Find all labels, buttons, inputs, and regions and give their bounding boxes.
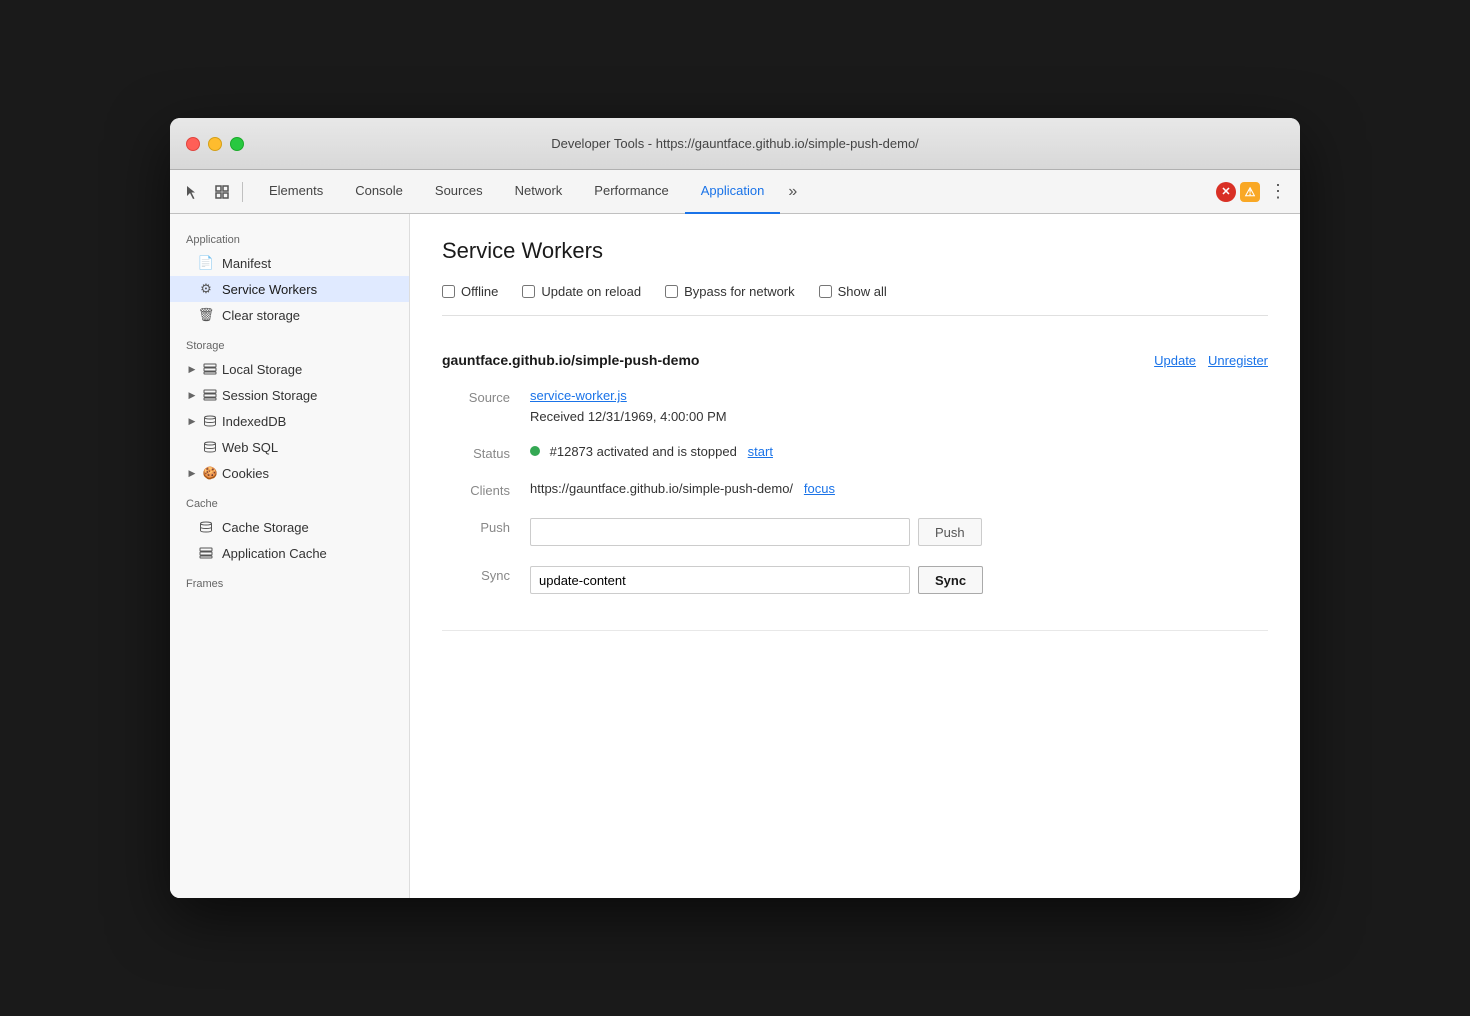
clients-row: Clients https://gauntface.github.io/simp… (442, 481, 1268, 498)
sidebar-item-cookies[interactable]: ▶ 🍪 Cookies (170, 460, 409, 486)
local-storage-icon (202, 361, 218, 377)
focus-link[interactable]: focus (804, 481, 835, 496)
toolbar: Elements Console Sources Network Perform… (170, 170, 1300, 214)
sidebar-item-indexeddb[interactable]: ▶ IndexedDB (170, 408, 409, 434)
status-text: #12873 activated and is stopped (550, 444, 737, 459)
sidebar-item-session-storage[interactable]: ▶ Session Storage (170, 382, 409, 408)
traffic-lights (186, 137, 244, 151)
more-options-button[interactable]: ⋮ (1264, 178, 1292, 206)
cookies-icon: 🍪 (202, 465, 218, 481)
expand-arrow-indexeddb: ▶ (186, 415, 198, 427)
status-row: Status #12873 activated and is stopped s… (442, 444, 1268, 461)
push-row: Push Push (442, 518, 1268, 546)
sidebar-item-service-workers[interactable]: ⚙ Service Workers (170, 276, 409, 302)
source-row: Source service-worker.js Received 12/31/… (442, 388, 1268, 424)
update-link[interactable]: Update (1154, 353, 1196, 368)
source-label: Source (442, 388, 522, 405)
status-label: Status (442, 444, 522, 461)
clients-value: https://gauntface.github.io/simple-push-… (530, 481, 1268, 496)
minimize-button[interactable] (208, 137, 222, 151)
devtools-window: Developer Tools - https://gauntface.gith… (170, 118, 1300, 898)
tab-navigation: Elements Console Sources Network Perform… (253, 170, 1214, 214)
offline-checkbox-label[interactable]: Offline (442, 284, 498, 299)
update-on-reload-checkbox-label[interactable]: Update on reload (522, 284, 641, 299)
sw-origin-text: gauntface.github.io/simple-push-demo (442, 352, 699, 368)
app-cache-icon (198, 545, 214, 561)
sync-label: Sync (442, 566, 522, 583)
titlebar: Developer Tools - https://gauntface.gith… (170, 118, 1300, 170)
tab-performance[interactable]: Performance (578, 170, 684, 214)
maximize-button[interactable] (230, 137, 244, 151)
session-storage-icon (202, 387, 218, 403)
inspect-icon[interactable] (208, 178, 236, 206)
bypass-for-network-checkbox[interactable] (665, 285, 678, 298)
error-count-badge[interactable]: ✕ (1216, 182, 1236, 202)
service-worker-entry: gauntface.github.io/simple-push-demo Upd… (442, 336, 1268, 631)
push-label: Push (442, 518, 522, 535)
tab-application[interactable]: Application (685, 170, 781, 214)
sidebar-section-storage: Storage (170, 328, 409, 356)
sw-origin-row: gauntface.github.io/simple-push-demo Upd… (442, 352, 1268, 368)
show-all-checkbox-label[interactable]: Show all (819, 284, 887, 299)
tab-sources[interactable]: Sources (419, 170, 499, 214)
tab-console[interactable]: Console (339, 170, 419, 214)
toolbar-right: ✕ ⚠ ⋮ (1216, 178, 1292, 206)
cursor-icon[interactable] (178, 178, 206, 206)
toolbar-separator (242, 182, 243, 202)
sidebar-item-clear-storage[interactable]: 🗑 Clear storage (170, 302, 409, 328)
expand-arrow-cookies: ▶ (186, 467, 198, 479)
push-input-row: Push (530, 518, 1268, 546)
sidebar-section-cache: Cache (170, 486, 409, 514)
web-sql-icon (202, 439, 218, 455)
sidebar-item-local-storage[interactable]: ▶ Local Storage (170, 356, 409, 382)
push-input[interactable] (530, 518, 910, 546)
received-value: Received 12/31/1969, 4:00:00 PM (530, 409, 727, 424)
sync-row: Sync Sync (442, 566, 1268, 594)
sidebar-item-web-sql[interactable]: Web SQL (170, 434, 409, 460)
main-layout: Application 📄 Manifest ⚙ Service Workers… (170, 214, 1300, 898)
page-title: Service Workers (442, 238, 1268, 264)
expand-arrow-local-storage: ▶ (186, 363, 198, 375)
sync-input-row: Sync (530, 566, 1268, 594)
sidebar: Application 📄 Manifest ⚙ Service Workers… (170, 214, 410, 898)
sw-origin-actions: Update Unregister (1154, 353, 1268, 368)
indexeddb-icon (202, 413, 218, 429)
tab-elements[interactable]: Elements (253, 170, 339, 214)
sidebar-item-manifest[interactable]: 📄 Manifest (170, 250, 409, 276)
update-on-reload-checkbox[interactable] (522, 285, 535, 298)
sync-button[interactable]: Sync (918, 566, 983, 594)
sidebar-item-cache-storage[interactable]: Cache Storage (170, 514, 409, 540)
push-button[interactable]: Push (918, 518, 982, 546)
show-all-checkbox[interactable] (819, 285, 832, 298)
close-button[interactable] (186, 137, 200, 151)
status-value: #12873 activated and is stopped start (530, 444, 1268, 459)
expand-arrow-session-storage: ▶ (186, 389, 198, 401)
start-link[interactable]: start (748, 444, 773, 459)
window-title: Developer Tools - https://gauntface.gith… (551, 136, 919, 151)
sync-input[interactable] (530, 566, 910, 594)
unregister-link[interactable]: Unregister (1208, 353, 1268, 368)
warning-count-badge[interactable]: ⚠ (1240, 182, 1260, 202)
more-tabs-button[interactable]: » (780, 170, 805, 214)
tab-network[interactable]: Network (499, 170, 579, 214)
status-dot (530, 446, 540, 456)
sidebar-item-application-cache[interactable]: Application Cache (170, 540, 409, 566)
gear-icon: ⚙ (198, 281, 214, 297)
source-value: service-worker.js Received 12/31/1969, 4… (530, 388, 1268, 424)
offline-checkbox[interactable] (442, 285, 455, 298)
bypass-for-network-checkbox-label[interactable]: Bypass for network (665, 284, 795, 299)
manifest-icon: 📄 (198, 255, 214, 271)
content-area: Service Workers Offline Update on reload… (410, 214, 1300, 898)
cache-storage-icon (198, 519, 214, 535)
sidebar-section-frames: Frames (170, 566, 409, 594)
options-row: Offline Update on reload Bypass for netw… (442, 284, 1268, 316)
sidebar-section-application: Application (170, 222, 409, 250)
source-file-link[interactable]: service-worker.js (530, 388, 627, 403)
trash-icon: 🗑 (198, 307, 214, 323)
clients-label: Clients (442, 481, 522, 498)
